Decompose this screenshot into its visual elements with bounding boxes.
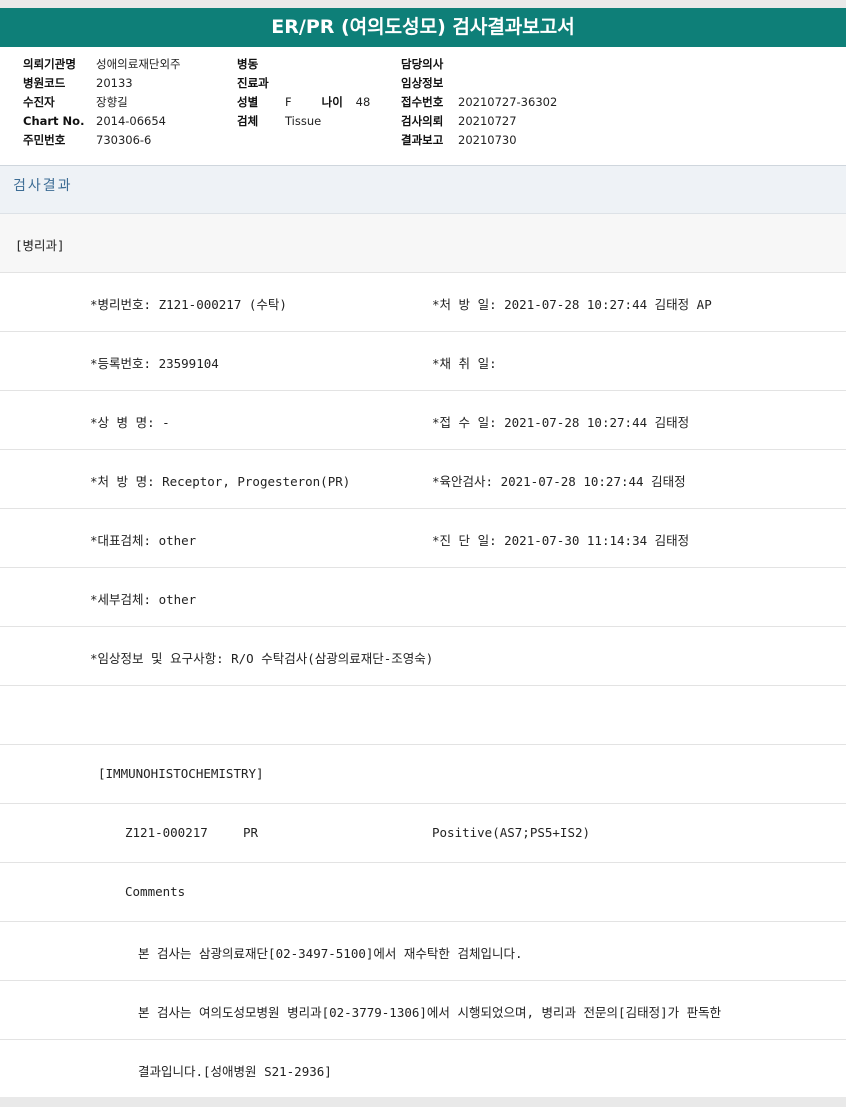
ward-label: 병동 (237, 57, 259, 71)
result-row: [병리과] (0, 214, 846, 273)
hospital-value: 성애의료재단외주 (96, 57, 181, 71)
report-title: ER/PR (여의도성모) 검사결과보고서 (0, 8, 846, 47)
clinical-request: *임상정보 및 요구사항: R/O 수탁검사(삼광의료재단-조영숙) (90, 651, 434, 666)
chart-row: Chart No. 2014-06654 (23, 112, 181, 131)
receipt-value: 20210727-36302 (458, 95, 558, 109)
report-row: 결과보고 20210730 (401, 131, 557, 150)
result-row: 본 검사는 여의도성모병원 병리과[02-3779-1306]에서 시행되었으며… (0, 981, 846, 1040)
sex-age-row: 성별 F 나이 48 (237, 93, 370, 112)
header-info-right: 담당의사 임상정보 접수번호 20210727-36302 검사의뢰 2021072… (401, 55, 557, 150)
receipt-row: 접수번호 20210727-36302 (401, 93, 557, 112)
comment-line: 본 검사는 삼광의료재단[02-3497-5100]에서 재수탁한 검체입니다. (138, 946, 523, 961)
result-row: *상 병 명: - *접 수 일: 2021-07-28 10:27:44 김태… (0, 391, 846, 450)
ihc-id: Z121-000217 (125, 825, 208, 840)
gross-exam-date: *육안검사: 2021-07-28 10:27:44 김태정 (432, 474, 686, 489)
result-row: *대표검체: other *진 단 일: 2021-07-30 11:14:34… (0, 509, 846, 568)
specimen-label: 검체 (237, 114, 259, 128)
result-row-empty (0, 686, 846, 745)
report-label: 결과보고 (401, 133, 444, 147)
comment-line: 결과입니다.[성애병원 S21-2936] (138, 1064, 332, 1079)
rrn-label: 주민번호 (23, 133, 66, 147)
section-header: 검사결과 (0, 165, 846, 214)
result-row: *병리번호: Z121-000217 (수탁) *처 방 일: 2021-07-… (0, 273, 846, 332)
hospital-label: 의뢰기관명 (23, 57, 76, 71)
hospcode-row: 병원코드 20133 (23, 74, 181, 93)
receipt-date: *접 수 일: 2021-07-28 10:27:44 김태정 (432, 415, 690, 430)
ihc-header: [IMMUNOHISTOCHEMISTRY] (98, 766, 264, 781)
patient-label: 수진자 (23, 95, 55, 109)
result-row: *등록번호: 23599104 *채 취 일: (0, 332, 846, 391)
request-value: 20210727 (458, 114, 517, 128)
receipt-label: 접수번호 (401, 95, 444, 109)
age-label: 나이 (321, 95, 343, 109)
dept-row: 진료과 (237, 74, 370, 93)
chart-value: 2014-06654 (96, 114, 166, 128)
sex-label: 성별 (237, 95, 259, 109)
section-title: 검사결과 (13, 178, 73, 194)
pathology-number: *병리번호: Z121-000217 (수탁) (90, 297, 287, 312)
comments-label: Comments (125, 884, 186, 899)
prescription-date: *처 방 일: 2021-07-28 10:27:44 김태정 AP (432, 297, 712, 312)
header-info-left: 의뢰기관명 성애의료재단외주 병원코드 20133 수진자 장향길 Chart No.… (23, 55, 181, 150)
patient-value: 장향길 (96, 95, 128, 109)
request-row: 검사의뢰 20210727 (401, 112, 557, 131)
patient-row: 수진자 장향길 (23, 93, 181, 112)
rrn-value: 730306-6 (96, 133, 152, 147)
report-value: 20210730 (458, 133, 517, 147)
main-specimen: *대표검체: other (90, 533, 197, 548)
result-row: [IMMUNOHISTOCHEMISTRY] (0, 745, 846, 804)
diagnosis-name: *상 병 명: - (90, 415, 170, 430)
age-value: 48 (355, 95, 371, 109)
dept-tag: [병리과] (15, 238, 65, 253)
clinical-label: 임상정보 (401, 76, 444, 90)
chart-label: Chart No. (23, 114, 85, 128)
header-info-middle: 병동 진료과 성별 F 나이 48 검체 Tissue (237, 55, 370, 131)
result-row: *처 방 명: Receptor, Progesteron(PR) *육안검사:… (0, 450, 846, 509)
result-row: 결과입니다.[성애병원 S21-2936] (0, 1040, 846, 1099)
result-row: *세부검체: other (0, 568, 846, 627)
request-label: 검사의뢰 (401, 114, 444, 128)
hospcode-value: 20133 (96, 76, 133, 90)
bottom-strip (0, 1097, 846, 1107)
doctor-row: 담당의사 (401, 55, 557, 74)
specimen-value: Tissue (285, 114, 322, 128)
doctor-label: 담당의사 (401, 57, 444, 71)
hospital-row: 의뢰기관명 성애의료재단외주 (23, 55, 181, 74)
ihc-marker: PR (243, 825, 259, 840)
result-row: Z121-000217 PR Positive(AS7;PS5+IS2) (0, 804, 846, 863)
ward-row: 병동 (237, 55, 370, 74)
hospcode-label: 병원코드 (23, 76, 66, 90)
result-body: [병리과] *병리번호: Z121-000217 (수탁) *처 방 일: 20… (0, 214, 846, 1099)
prescription-name: *처 방 명: Receptor, Progesteron(PR) (90, 474, 351, 489)
result-row: 본 검사는 삼광의료재단[02-3497-5100]에서 재수탁한 검체입니다. (0, 922, 846, 981)
comment-line: 본 검사는 여의도성모병원 병리과[02-3779-1306]에서 시행되었으며… (138, 1005, 722, 1020)
diagnosis-date: *진 단 일: 2021-07-30 11:14:34 김태정 (432, 533, 690, 548)
sub-specimen: *세부검체: other (90, 592, 197, 607)
ihc-result: Positive(AS7;PS5+IS2) (432, 825, 591, 840)
collection-date: *채 취 일: (432, 356, 497, 371)
dept-label: 진료과 (237, 76, 269, 90)
clinical-row: 임상정보 (401, 74, 557, 93)
rrn-row: 주민번호 730306-6 (23, 131, 181, 150)
specimen-row: 검체 Tissue (237, 112, 370, 131)
top-strip (0, 0, 846, 8)
sex-value: F (285, 95, 292, 109)
result-row: *임상정보 및 요구사항: R/O 수탁검사(삼광의료재단-조영숙) (0, 627, 846, 686)
registration-number: *등록번호: 23599104 (90, 356, 219, 371)
result-row: Comments (0, 863, 846, 922)
